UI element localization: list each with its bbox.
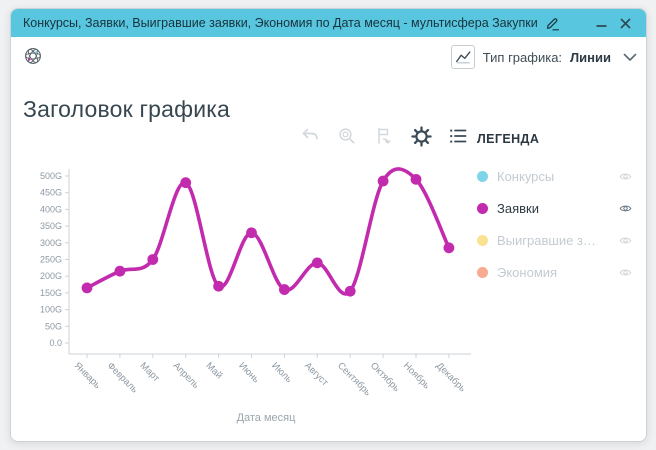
window-titlebar[interactable]: Конкурсы, Заявки, Выигравшие заявки, Эко… xyxy=(11,9,646,37)
chart-type-value: Линии xyxy=(570,50,611,65)
legend-title: ЛЕГЕНДА xyxy=(477,132,633,146)
legend-item[interactable]: Заявки xyxy=(477,192,633,224)
svg-text:350G: 350G xyxy=(40,221,62,231)
legend-item[interactable]: Выигравшие заявки xyxy=(477,224,633,256)
settings-button[interactable] xyxy=(410,125,432,147)
legend-item-label: Конкурсы xyxy=(497,169,554,184)
legend-item-label: Экономия xyxy=(497,265,557,280)
eye-visibility-icon[interactable] xyxy=(617,200,633,216)
svg-text:Март: Март xyxy=(138,360,162,384)
legend-panel: ЛЕГЕНДА Конкурсы Заявки Выигравшие заявки Э… xyxy=(477,132,633,288)
minimize-button[interactable] xyxy=(592,14,610,32)
svg-text:400G: 400G xyxy=(40,204,62,214)
multisphere-icon xyxy=(23,46,43,66)
close-button[interactable] xyxy=(616,14,634,32)
list-icon xyxy=(448,126,468,146)
zoom-button[interactable] xyxy=(336,125,358,147)
chart-window: Конкурсы, Заявки, Выигравшие заявки, Эко… xyxy=(10,8,647,442)
svg-text:250G: 250G xyxy=(40,255,62,265)
legend-color-dot xyxy=(477,203,488,214)
scale-flag-button[interactable] xyxy=(373,125,395,147)
legend-items: Конкурсы Заявки Выигравшие заявки Экономия xyxy=(477,160,633,288)
svg-text:Октябрь: Октябрь xyxy=(368,360,402,394)
svg-text:450G: 450G xyxy=(40,188,62,198)
chart-title: Заголовок графика xyxy=(23,96,230,123)
svg-text:0.0: 0.0 xyxy=(49,338,62,348)
window-title: Конкурсы, Заявки, Выигравшие заявки, Эко… xyxy=(23,16,538,30)
svg-text:150G: 150G xyxy=(40,288,62,298)
multisphere-icon[interactable] xyxy=(23,46,43,66)
undo-button[interactable] xyxy=(299,125,321,147)
line-chart[interactable]: 0.0 50G 100G 150G 200G 250G 300G 350G 400G 450G 50… xyxy=(11,155,481,442)
zoom-icon xyxy=(337,126,357,146)
legend-item-label: Заявки xyxy=(497,201,539,216)
line-chart-icon xyxy=(451,45,475,69)
svg-text:Январь: Январь xyxy=(72,360,103,391)
svg-text:300G: 300G xyxy=(40,238,62,248)
svg-text:50G: 50G xyxy=(45,321,62,331)
minimize-icon xyxy=(596,17,607,29)
list-button[interactable] xyxy=(447,125,469,147)
legend-item[interactable]: Конкурсы xyxy=(477,160,633,192)
svg-text:200G: 200G xyxy=(40,271,62,281)
settings-gear-icon xyxy=(411,126,432,147)
chart-toolbar xyxy=(299,125,469,147)
svg-text:Июль: Июль xyxy=(269,360,294,385)
svg-text:Август: Август xyxy=(302,360,330,388)
pencil-icon xyxy=(545,16,560,31)
eye-visibility-icon[interactable] xyxy=(617,232,633,248)
svg-text:Апрель: Апрель xyxy=(171,360,202,391)
legend-item-label: Выигравшие заявки xyxy=(497,233,597,248)
legend-color-dot xyxy=(477,235,488,246)
legend-color-dot xyxy=(477,171,488,182)
svg-text:100G: 100G xyxy=(40,305,62,315)
svg-text:Май: Май xyxy=(203,360,224,381)
undo-icon xyxy=(300,126,320,146)
legend-color-dot xyxy=(477,267,488,278)
svg-text:Дата месяц: Дата месяц xyxy=(237,412,297,424)
chart-type-control[interactable]: Тип графика: Линии xyxy=(451,45,637,69)
svg-text:500G: 500G xyxy=(40,171,62,181)
eye-visibility-icon[interactable] xyxy=(617,168,633,184)
svg-text:Сентябрь: Сентябрь xyxy=(335,360,373,398)
eye-visibility-icon[interactable] xyxy=(617,264,633,280)
scale-flag-icon xyxy=(374,126,394,146)
svg-text:Февраль: Февраль xyxy=(105,360,140,395)
svg-text:Декабрь: Декабрь xyxy=(434,360,468,394)
pencil-icon[interactable] xyxy=(544,14,562,32)
desktop-background: Конкурсы, Заявки, Выигравшие заявки, Эко… xyxy=(0,0,656,450)
window-content: Тип графика: Линии Заголовок графика xyxy=(11,37,646,442)
legend-item[interactable]: Экономия xyxy=(477,256,633,288)
svg-text:Ноябрь: Ноябрь xyxy=(401,360,432,391)
chevron-down-icon xyxy=(623,53,637,62)
close-icon xyxy=(620,18,631,29)
chart-type-label: Тип графика: xyxy=(483,50,562,65)
svg-text:Июнь: Июнь xyxy=(236,360,261,385)
